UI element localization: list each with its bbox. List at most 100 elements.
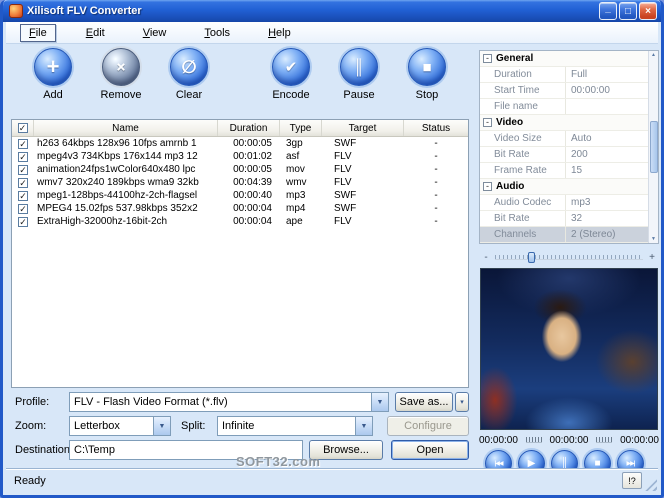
stop-toolbar-button[interactable]: ■ Stop xyxy=(393,48,461,101)
close-button[interactable]: × xyxy=(639,2,657,20)
table-row[interactable]: ✓ ExtraHigh-32000hz-16bit-2ch 00:00:04 a… xyxy=(12,215,468,228)
file-type: ape xyxy=(280,215,322,228)
row-checkbox[interactable]: ✓ xyxy=(18,217,28,227)
table-header: ✓ Name Duration Type Target Status xyxy=(12,120,468,137)
title-bar[interactable]: Xilisoft FLV Converter _ □ × xyxy=(3,0,661,22)
property-row: Bit Rate 200 xyxy=(480,147,648,163)
collapse-icon[interactable]: - xyxy=(483,54,492,63)
file-type: asf xyxy=(280,150,322,163)
column-status[interactable]: Status xyxy=(404,120,468,136)
row-checkbox[interactable]: ✓ xyxy=(18,152,28,162)
table-row[interactable]: ✓ h263 64kbps 128x96 10fps amrnb 1 00:00… xyxy=(12,137,468,150)
maximize-button[interactable]: □ xyxy=(619,2,637,20)
stop-button-circle: ■ xyxy=(408,48,446,86)
property-label: Bit Rate xyxy=(480,211,566,226)
clear-button[interactable]: ∅ Clear xyxy=(155,48,223,101)
row-checkbox[interactable]: ✓ xyxy=(18,178,28,188)
slider-track[interactable] xyxy=(495,255,643,260)
split-select[interactable]: Infinite ▼ xyxy=(217,416,373,436)
table-row[interactable]: ✓ mpeg1-128bps-44100hz-2ch-flagsel 00:00… xyxy=(12,189,468,202)
preview-image xyxy=(480,268,658,430)
property-row: Audio Codec mp3 xyxy=(480,195,648,211)
menu-view[interactable]: View xyxy=(135,25,175,41)
file-name: animation24fps1wColor640x480 lpc xyxy=(34,163,218,176)
pause-toolbar-button[interactable]: ║ Pause xyxy=(325,48,393,101)
menu-tools[interactable]: Tools xyxy=(196,25,238,41)
check-icon: ✓ xyxy=(19,205,27,213)
row-checkbox[interactable]: ✓ xyxy=(18,191,28,201)
remove-button[interactable]: × Remove xyxy=(87,48,155,101)
check-icon: ✓ xyxy=(19,192,27,200)
window-controls: _ □ × xyxy=(599,2,657,20)
time-duration: 00:00:00 xyxy=(550,435,589,446)
chevron-down-icon[interactable]: ▼ xyxy=(153,417,170,435)
column-target[interactable]: Target xyxy=(322,120,404,136)
help-button[interactable]: !? xyxy=(622,472,642,489)
collapse-icon[interactable]: - xyxy=(483,118,492,127)
remove-button-circle: × xyxy=(102,48,140,86)
table-row[interactable]: ✓ wmv7 320x240 189kbps wma9 32kb 00:04:3… xyxy=(12,176,468,189)
menu-edit[interactable]: Edit xyxy=(78,25,113,41)
properties-scrollbar[interactable]: ▲ ▼ xyxy=(648,51,658,243)
scrollbar-thumb[interactable] xyxy=(650,121,658,173)
section-title: General xyxy=(496,53,533,64)
property-value[interactable]: 200 xyxy=(566,147,648,162)
file-name: mpeg4v3 734Kbps 176x144 mp3 12 xyxy=(34,150,218,163)
encode-button[interactable]: ✔ Encode xyxy=(257,48,325,101)
scroll-up-icon[interactable]: ▲ xyxy=(651,52,656,58)
table-row[interactable]: ✓ MPEG4 15.02fps 537.98kbps 352x2 00:00:… xyxy=(12,202,468,215)
file-duration: 00:00:05 xyxy=(218,163,280,176)
collapse-icon[interactable]: - xyxy=(483,182,492,191)
property-value[interactable]: 2 (Stereo) xyxy=(566,227,648,242)
resize-grip[interactable] xyxy=(644,478,657,491)
column-duration[interactable]: Duration xyxy=(218,120,280,136)
row-checkbox[interactable]: ✓ xyxy=(18,204,28,214)
remove-label: Remove xyxy=(87,89,155,101)
table-row[interactable]: ✓ animation24fps1wColor640x480 lpc 00:00… xyxy=(12,163,468,176)
row-checkbox[interactable]: ✓ xyxy=(18,139,28,149)
profile-value: FLV - Flash Video Format (*.flv) xyxy=(70,396,371,408)
save-as-button[interactable]: Save as... xyxy=(395,392,453,412)
section-title: Audio xyxy=(496,181,524,192)
more-profiles-button[interactable]: ▾ xyxy=(455,392,469,412)
file-duration: 00:04:39 xyxy=(218,176,280,189)
trim-slider-start[interactable] xyxy=(526,437,542,443)
minimize-icon: _ xyxy=(605,3,611,14)
scroll-down-icon[interactable]: ▼ xyxy=(651,236,656,242)
column-type[interactable]: Type xyxy=(280,120,322,136)
row-checkbox[interactable]: ✓ xyxy=(18,165,28,175)
cell-check: ✓ xyxy=(12,137,34,150)
property-value[interactable]: 00:00:00 xyxy=(566,83,648,98)
property-value[interactable] xyxy=(566,99,648,114)
chevron-down-icon[interactable]: ▼ xyxy=(371,393,388,411)
encode-button-circle: ✔ xyxy=(272,48,310,86)
property-value[interactable]: mp3 xyxy=(566,195,648,210)
slider-thumb[interactable] xyxy=(528,252,535,263)
trim-slider-end[interactable] xyxy=(596,437,612,443)
file-status: - xyxy=(404,189,468,202)
preview-scale-slider[interactable]: - + xyxy=(481,251,657,264)
property-value[interactable]: Auto xyxy=(566,131,648,146)
profile-select[interactable]: FLV - Flash Video Format (*.flv) ▼ xyxy=(69,392,389,412)
window-title: Xilisoft FLV Converter xyxy=(27,5,599,17)
chevron-down-icon[interactable]: ▼ xyxy=(355,417,372,435)
property-value[interactable]: 15 xyxy=(566,163,648,178)
stop-icon: ■ xyxy=(422,59,431,76)
open-button[interactable]: Open xyxy=(391,440,469,460)
property-value[interactable]: 32 xyxy=(566,211,648,226)
table-row[interactable]: ✓ mpeg4v3 734Kbps 176x144 mp3 12 00:01:0… xyxy=(12,150,468,163)
zoom-select[interactable]: Letterbox ▼ xyxy=(69,416,171,436)
column-name[interactable]: Name xyxy=(34,120,218,136)
menu-file[interactable]: File xyxy=(20,24,56,42)
plus-icon[interactable]: + xyxy=(647,252,657,263)
cell-check: ✓ xyxy=(12,202,34,215)
add-button[interactable]: + Add xyxy=(19,48,87,101)
select-all-checkbox[interactable]: ✓ xyxy=(12,120,34,136)
property-value[interactable]: Full xyxy=(566,67,648,82)
configure-button[interactable]: Configure xyxy=(387,416,469,436)
minimize-button[interactable]: _ xyxy=(599,2,617,20)
minus-icon[interactable]: - xyxy=(481,252,491,263)
clear-button-circle: ∅ xyxy=(170,48,208,86)
menu-help[interactable]: Help xyxy=(260,25,299,41)
next-icon: ▶▶| xyxy=(627,460,635,467)
